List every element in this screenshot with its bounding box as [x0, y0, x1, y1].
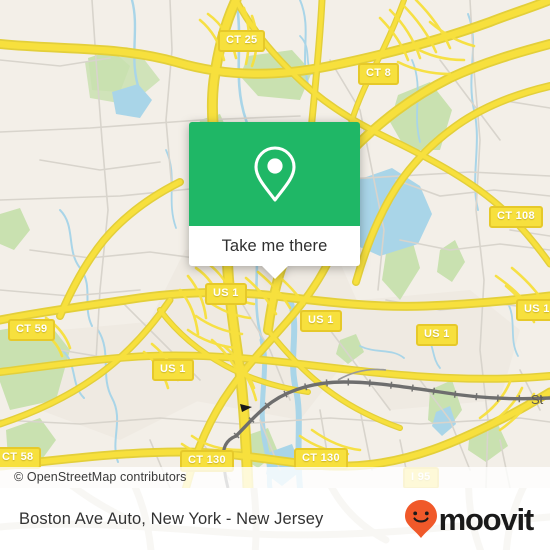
page-title: Boston Ave Auto, New York - New Jersey	[19, 509, 324, 528]
route-shield: CT 58	[0, 447, 42, 469]
map-attribution[interactable]: © OpenStreetMap contributors	[0, 467, 550, 488]
route-shield: CT 59	[8, 319, 56, 341]
route-shield: US 1	[416, 324, 458, 346]
popup-pin-panel	[189, 122, 360, 226]
map-screenshot: CT 25 CT 8 CT 108 US 1 US 1 US 1 US 1 US 1 CT 59…	[0, 0, 550, 550]
popup-pointer-tail	[261, 266, 288, 279]
place-label: St	[531, 392, 544, 407]
route-shield: CT 108	[489, 206, 543, 228]
route-shield: US 1	[152, 359, 194, 381]
take-me-there-label: Take me there	[221, 236, 328, 255]
route-shield: CT 8	[358, 63, 400, 85]
location-popup-card[interactable]: Take me there	[189, 122, 360, 279]
location-pin-icon	[253, 146, 296, 202]
route-shield: US 1	[205, 283, 247, 305]
route-shield: US 1	[300, 310, 342, 332]
footer-bar: Boston Ave Auto, New York - New Jersey m…	[0, 488, 550, 550]
moovit-wordmark: moovit	[438, 501, 535, 537]
take-me-there-button[interactable]: Take me there	[189, 226, 360, 279]
route-shield: CT 25	[218, 30, 266, 52]
route-shield: US 1	[516, 299, 550, 321]
moovit-pin-icon	[404, 500, 437, 538]
moovit-logo[interactable]: moovit	[404, 499, 535, 539]
